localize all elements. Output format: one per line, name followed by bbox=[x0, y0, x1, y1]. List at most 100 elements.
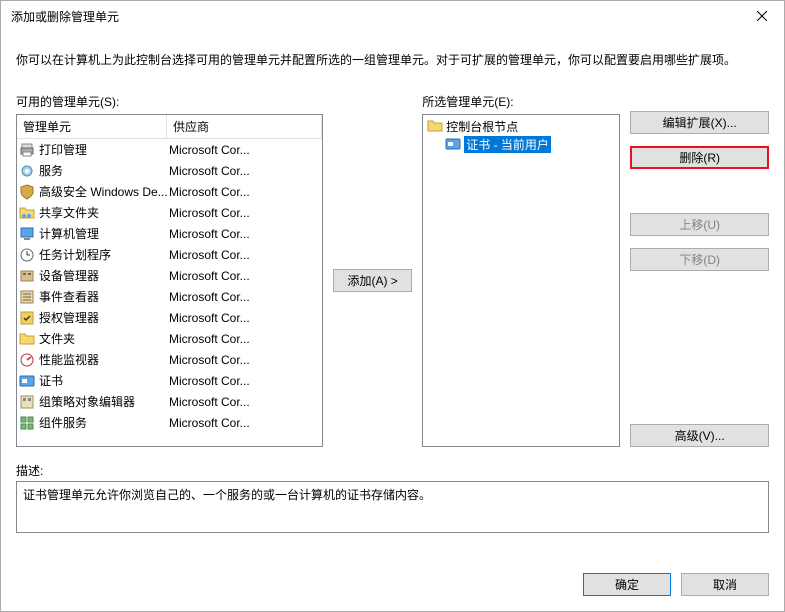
cell-vendor: Microsoft Cor... bbox=[169, 164, 320, 178]
snapin-name: 组策略对象编辑器 bbox=[39, 393, 135, 410]
folder-icon bbox=[19, 331, 35, 347]
titlebar-title: 添加或删除管理单元 bbox=[11, 8, 119, 25]
table-row[interactable]: 任务计划程序 Microsoft Cor... bbox=[17, 244, 322, 265]
snapin-name: 授权管理器 bbox=[39, 309, 99, 326]
component-icon bbox=[19, 415, 35, 431]
table-row[interactable]: 设备管理器 Microsoft Cor... bbox=[17, 265, 322, 286]
auth-icon bbox=[19, 310, 35, 326]
cell-name: 性能监视器 bbox=[19, 351, 169, 368]
snapin-name: 高级安全 Windows De... bbox=[39, 183, 168, 200]
remove-button[interactable]: 删除(R) bbox=[630, 146, 769, 169]
cell-vendor: Microsoft Cor... bbox=[169, 185, 320, 199]
snapin-name: 任务计划程序 bbox=[39, 246, 111, 263]
cell-vendor: Microsoft Cor... bbox=[169, 269, 320, 283]
tree-child[interactable]: 证书 - 当前用户 bbox=[425, 135, 617, 153]
col-header-name[interactable]: 管理单元 bbox=[17, 115, 167, 138]
description-box: 证书管理单元允许你浏览自己的、一个服务的或一台计算机的证书存储内容。 bbox=[16, 481, 769, 533]
clock-icon bbox=[19, 247, 35, 263]
table-row[interactable]: 证书 Microsoft Cor... bbox=[17, 370, 322, 391]
printer-icon bbox=[19, 142, 35, 158]
col-header-vendor[interactable]: 供应商 bbox=[167, 115, 322, 138]
table-row[interactable]: 打印管理 Microsoft Cor... bbox=[17, 139, 322, 160]
table-row[interactable]: 组件服务 Microsoft Cor... bbox=[17, 412, 322, 433]
edit-extensions-button[interactable]: 编辑扩展(X)... bbox=[630, 111, 769, 134]
cell-name: 组策略对象编辑器 bbox=[19, 393, 169, 410]
dialog: 添加或删除管理单元 你可以在计算机上为此控制台选择可用的管理单元并配置所选的一组… bbox=[0, 0, 785, 612]
cancel-button[interactable]: 取消 bbox=[681, 573, 769, 596]
cert-icon bbox=[19, 373, 35, 389]
table-row[interactable]: 共享文件夹 Microsoft Cor... bbox=[17, 202, 322, 223]
move-down-button[interactable]: 下移(D) bbox=[630, 248, 769, 271]
table-row[interactable]: 事件查看器Microsoft Cor... bbox=[17, 286, 322, 307]
cell-vendor: Microsoft Cor... bbox=[169, 395, 320, 409]
snapin-name: 文件夹 bbox=[39, 330, 75, 347]
cell-vendor: Microsoft Cor... bbox=[169, 374, 320, 388]
cell-name: 高级安全 Windows De... bbox=[19, 183, 169, 200]
selected-panel: 所选管理单元(E): 控制台根节点 证书 - 当前用户 bbox=[422, 93, 620, 447]
cell-name: 文件夹 bbox=[19, 330, 169, 347]
table-row[interactable]: 授权管理器 Microsoft Cor... bbox=[17, 307, 322, 328]
table-row[interactable]: 文件夹 Microsoft Cor... bbox=[17, 328, 322, 349]
table-row[interactable]: 高级安全 Windows De...Microsoft Cor... bbox=[17, 181, 322, 202]
close-icon bbox=[757, 11, 767, 21]
table-row[interactable]: 计算机管理 Microsoft Cor... bbox=[17, 223, 322, 244]
available-label: 可用的管理单元(S): bbox=[16, 93, 323, 110]
cell-vendor: Microsoft Cor... bbox=[169, 227, 320, 241]
middle-panel: 添加(A) > bbox=[333, 93, 412, 447]
perf-icon bbox=[19, 352, 35, 368]
footer: 确定 取消 bbox=[1, 561, 784, 611]
cert-icon bbox=[445, 136, 461, 152]
available-panel: 可用的管理单元(S): 管理单元 供应商 打印管理 Microsoft Cor..… bbox=[16, 93, 323, 447]
cell-vendor: Microsoft Cor... bbox=[169, 206, 320, 220]
gear-icon bbox=[19, 163, 35, 179]
ok-button[interactable]: 确定 bbox=[583, 573, 671, 596]
cell-vendor: Microsoft Cor... bbox=[169, 248, 320, 262]
snapin-name: 计算机管理 bbox=[39, 225, 99, 242]
tree-root-label: 控制台根节点 bbox=[446, 118, 518, 135]
intro-text: 你可以在计算机上为此控制台选择可用的管理单元并配置所选的一组管理单元。对于可扩展… bbox=[16, 51, 769, 68]
snapin-name: 共享文件夹 bbox=[39, 204, 99, 221]
snapin-name: 设备管理器 bbox=[39, 267, 99, 284]
snapin-name: 证书 bbox=[39, 372, 63, 389]
titlebar-buttons bbox=[739, 1, 784, 31]
tree-root[interactable]: 控制台根节点 bbox=[425, 117, 617, 135]
cell-vendor: Microsoft Cor... bbox=[169, 311, 320, 325]
move-up-button[interactable]: 上移(U) bbox=[630, 213, 769, 236]
grid-header: 管理单元 供应商 bbox=[17, 115, 322, 139]
device-icon bbox=[19, 268, 35, 284]
cell-vendor: Microsoft Cor... bbox=[169, 353, 320, 367]
cell-vendor: Microsoft Cor... bbox=[169, 143, 320, 157]
titlebar: 添加或删除管理单元 bbox=[1, 1, 784, 31]
description-label: 描述: bbox=[16, 462, 769, 479]
table-row[interactable]: 性能监视器Microsoft Cor... bbox=[17, 349, 322, 370]
close-button[interactable] bbox=[739, 1, 784, 31]
description-section: 描述: 证书管理单元允许你浏览自己的、一个服务的或一台计算机的证书存储内容。 bbox=[16, 462, 769, 533]
event-icon bbox=[19, 289, 35, 305]
gpo-icon bbox=[19, 394, 35, 410]
cell-name: 打印管理 bbox=[19, 141, 169, 158]
cell-vendor: Microsoft Cor... bbox=[169, 290, 320, 304]
cell-vendor: Microsoft Cor... bbox=[169, 332, 320, 346]
cell-name: 证书 bbox=[19, 372, 169, 389]
tree-child-label: 证书 - 当前用户 bbox=[464, 136, 551, 153]
grid-body: 打印管理Microsoft Cor...服务Microsoft Cor...高级… bbox=[17, 139, 322, 433]
snapin-name: 组件服务 bbox=[39, 414, 87, 431]
cell-name: 授权管理器 bbox=[19, 309, 169, 326]
folder-icon bbox=[427, 118, 443, 134]
selected-tree[interactable]: 控制台根节点 证书 - 当前用户 bbox=[422, 114, 620, 447]
cell-vendor: Microsoft Cor... bbox=[169, 416, 320, 430]
cell-name: 共享文件夹 bbox=[19, 204, 169, 221]
add-button[interactable]: 添加(A) > bbox=[333, 269, 412, 292]
cell-name: 任务计划程序 bbox=[19, 246, 169, 263]
table-row[interactable]: 服务 Microsoft Cor... bbox=[17, 160, 322, 181]
available-grid[interactable]: 管理单元 供应商 打印管理 Microsoft Cor... 服务 Microsoft… bbox=[16, 114, 323, 447]
advanced-button[interactable]: 高级(V)... bbox=[630, 424, 769, 447]
snapin-name: 服务 bbox=[39, 162, 63, 179]
shared-folder-icon bbox=[19, 205, 35, 221]
selected-label: 所选管理单元(E): bbox=[422, 93, 620, 110]
cell-name: 设备管理器 bbox=[19, 267, 169, 284]
snapin-name: 打印管理 bbox=[39, 141, 87, 158]
table-row[interactable]: 组策略对象编辑器 Microsoft Cor... bbox=[17, 391, 322, 412]
shield-icon bbox=[19, 184, 35, 200]
cell-name: 计算机管理 bbox=[19, 225, 169, 242]
